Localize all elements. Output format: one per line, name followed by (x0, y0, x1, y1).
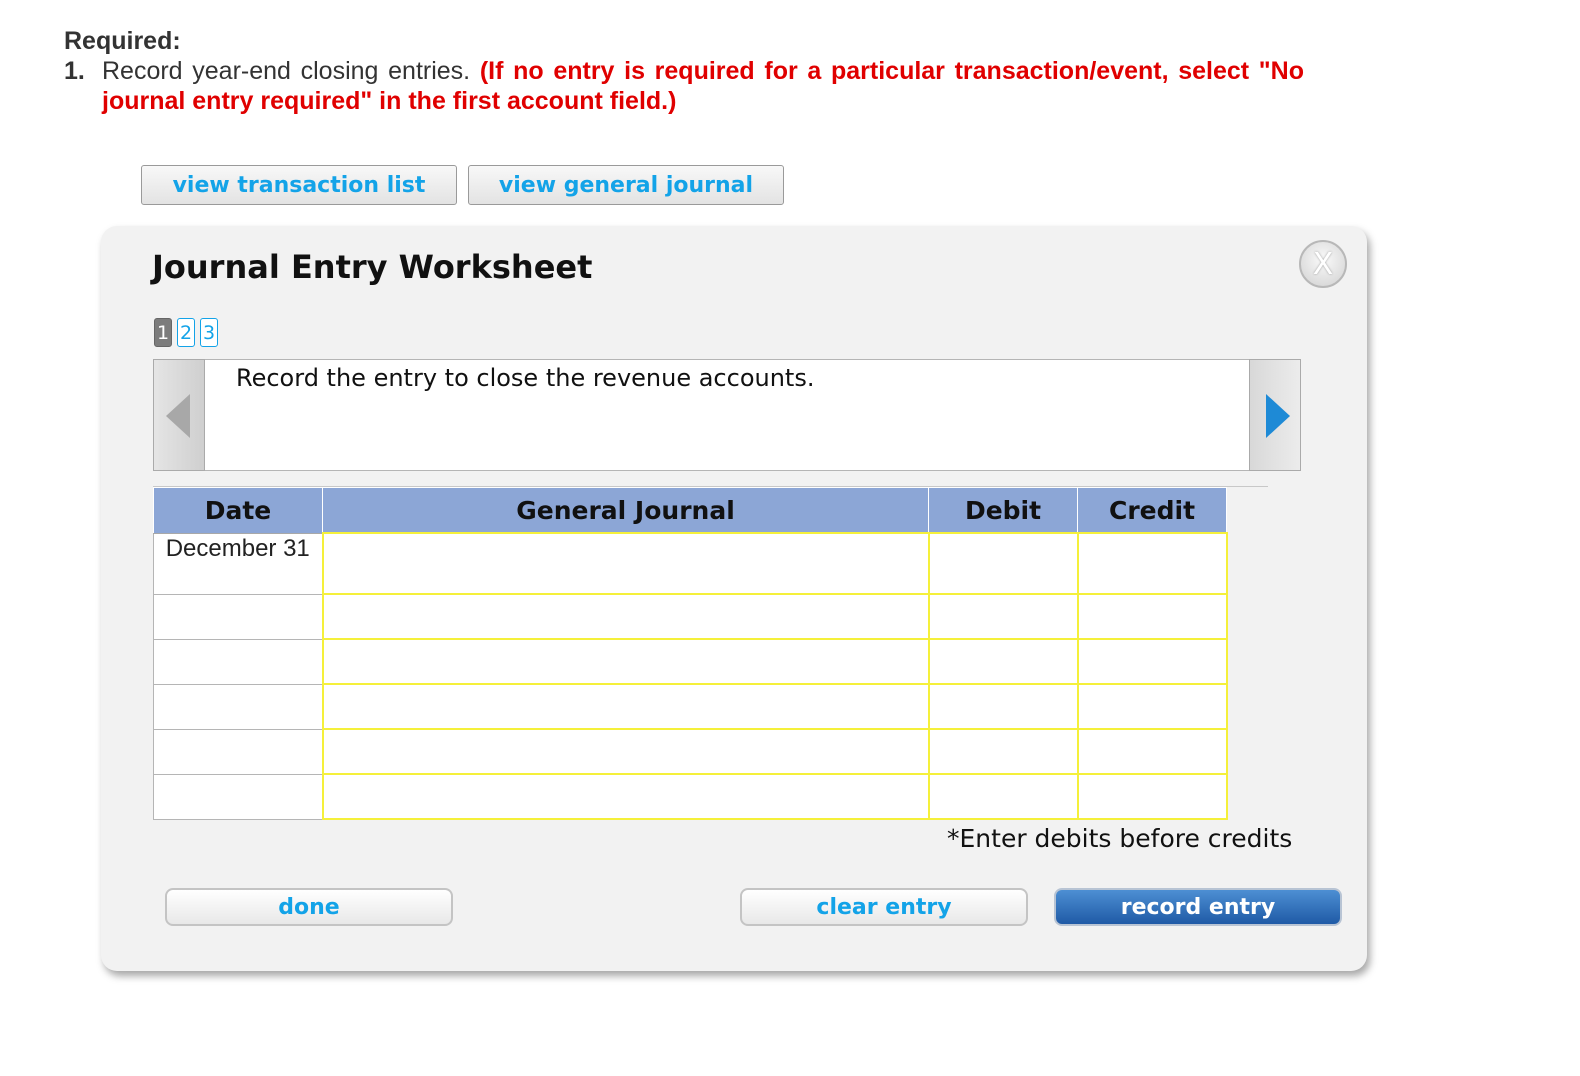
date-cell (153, 593, 323, 640)
journal-table: Date General Journal Debit Credit Decemb… (153, 487, 1228, 820)
credit-input[interactable] (1076, 683, 1228, 730)
step-tabs: 1 2 3 (154, 318, 218, 347)
worksheet-title: Journal Entry Worksheet (152, 248, 593, 286)
column-header-credit: Credit (1077, 487, 1227, 534)
arrow-left-icon (166, 394, 190, 438)
done-button[interactable]: done (165, 888, 453, 926)
account-input[interactable] (321, 728, 930, 775)
previous-button[interactable] (153, 359, 205, 471)
account-input[interactable] (321, 638, 930, 685)
account-input[interactable] (321, 683, 930, 730)
account-input[interactable] (321, 532, 930, 595)
debit-input[interactable] (927, 728, 1079, 775)
date-cell (153, 773, 323, 820)
step-tab-1[interactable]: 1 (154, 318, 172, 347)
close-icon[interactable]: X (1299, 240, 1347, 288)
required-section: Required: 1. Record year-end closing ent… (64, 26, 1304, 116)
arrow-right-icon (1266, 394, 1290, 438)
table-row: December 31 (153, 532, 1228, 595)
instruction-text: Record the entry to close the revenue ac… (236, 364, 815, 392)
credit-input[interactable] (1076, 638, 1228, 685)
credit-input[interactable] (1076, 773, 1228, 820)
required-item-text: Record year-end closing entries. (102, 57, 471, 85)
table-row (153, 638, 1228, 685)
account-input[interactable] (321, 593, 930, 640)
debits-before-credits-note: *Enter debits before credits (947, 824, 1293, 853)
table-row (153, 773, 1228, 820)
column-header-date: Date (153, 487, 323, 534)
date-cell (153, 683, 323, 730)
journal-entry-worksheet: Journal Entry Worksheet X 1 2 3 Record t… (101, 226, 1367, 971)
debit-input[interactable] (927, 532, 1079, 595)
view-transaction-list-button[interactable]: view transaction list (141, 165, 457, 205)
required-item: 1. Record year-end closing entries. (If … (64, 56, 1304, 116)
step-tab-3[interactable]: 3 (200, 318, 218, 347)
debit-input[interactable] (927, 638, 1079, 685)
required-title: Required: (64, 27, 181, 55)
clear-entry-button[interactable]: clear entry (740, 888, 1028, 926)
table-row (153, 683, 1228, 730)
column-header-debit: Debit (928, 487, 1078, 534)
column-header-general-journal: General Journal (322, 487, 929, 534)
table-row (153, 593, 1228, 640)
next-button[interactable] (1249, 359, 1301, 471)
view-general-journal-button[interactable]: view general journal (468, 165, 784, 205)
date-cell (153, 638, 323, 685)
instruction-box: Record the entry to close the revenue ac… (153, 359, 1301, 471)
step-tab-2[interactable]: 2 (177, 318, 195, 347)
credit-input[interactable] (1076, 532, 1228, 595)
table-header-row: Date General Journal Debit Credit (153, 487, 1227, 534)
credit-input[interactable] (1076, 593, 1228, 640)
record-entry-button[interactable]: record entry (1054, 888, 1342, 926)
date-cell: December 31 (153, 532, 323, 595)
required-item-number: 1. (64, 57, 85, 85)
debit-input[interactable] (927, 683, 1079, 730)
debit-input[interactable] (927, 593, 1079, 640)
debit-input[interactable] (927, 773, 1079, 820)
credit-input[interactable] (1076, 728, 1228, 775)
account-input[interactable] (321, 773, 930, 820)
date-cell (153, 728, 323, 775)
table-row (153, 728, 1228, 775)
